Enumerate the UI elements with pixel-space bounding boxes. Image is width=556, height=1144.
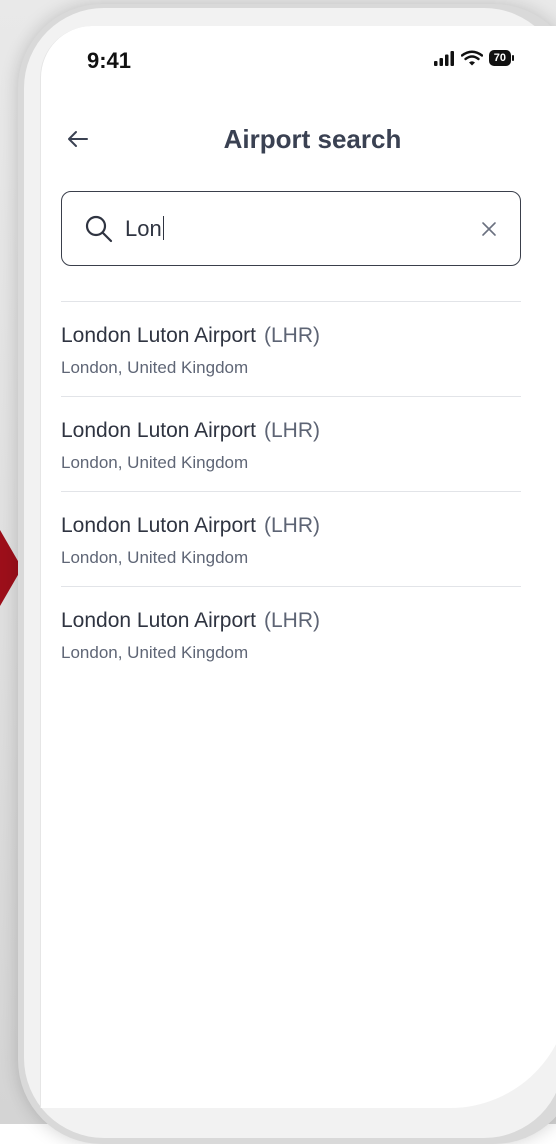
battery-icon: 70 bbox=[488, 50, 514, 66]
page-header: Airport search bbox=[41, 118, 556, 162]
page-title: Airport search bbox=[223, 124, 402, 154]
status-bar: 9:41 70 bbox=[41, 26, 556, 96]
search-value: Lon bbox=[125, 216, 165, 242]
airport-code: (LHR) bbox=[264, 609, 320, 632]
status-time: 9:41 bbox=[87, 48, 132, 73]
airport-code: (LHR) bbox=[264, 324, 320, 347]
search-input[interactable]: Lon bbox=[61, 191, 521, 266]
text-cursor bbox=[162, 216, 165, 240]
airport-location: London, United Kingdom bbox=[61, 453, 249, 472]
list-item[interactable]: London Luton Airport (LHR) London, United… bbox=[61, 302, 521, 396]
close-icon[interactable] bbox=[480, 220, 498, 238]
airport-name: London Luton Airport (LHR) bbox=[61, 419, 320, 442]
airport-location: London, United Kingdom bbox=[61, 358, 249, 377]
wifi-icon bbox=[460, 50, 483, 66]
battery-level: 70 bbox=[488, 50, 511, 66]
status-icons: 70 bbox=[433, 50, 514, 66]
airport-location: London, United Kingdom bbox=[61, 548, 249, 567]
airport-name: London Luton Airport (LHR) bbox=[61, 609, 320, 632]
airport-location: London, United Kingdom bbox=[61, 643, 249, 662]
airport-name: London Luton Airport (LHR) bbox=[61, 324, 320, 347]
list-item[interactable]: London Luton Airport (LHR) London, United… bbox=[61, 397, 521, 491]
airport-code: (LHR) bbox=[264, 514, 320, 537]
search-icon bbox=[85, 215, 113, 243]
phone-screen: 9:41 70 Airport search Lon London Luton … bbox=[40, 26, 556, 1108]
list-item[interactable]: London Luton Airport (LHR) London, United… bbox=[61, 587, 521, 681]
signal-icon bbox=[433, 51, 454, 66]
battery-tip bbox=[512, 55, 514, 61]
airport-code: (LHR) bbox=[264, 419, 320, 442]
list-item[interactable]: London Luton Airport (LHR) London, United… bbox=[61, 492, 521, 586]
results-list: London Luton Airport (LHR) London, United… bbox=[61, 301, 521, 681]
airport-name: London Luton Airport (LHR) bbox=[61, 514, 320, 537]
